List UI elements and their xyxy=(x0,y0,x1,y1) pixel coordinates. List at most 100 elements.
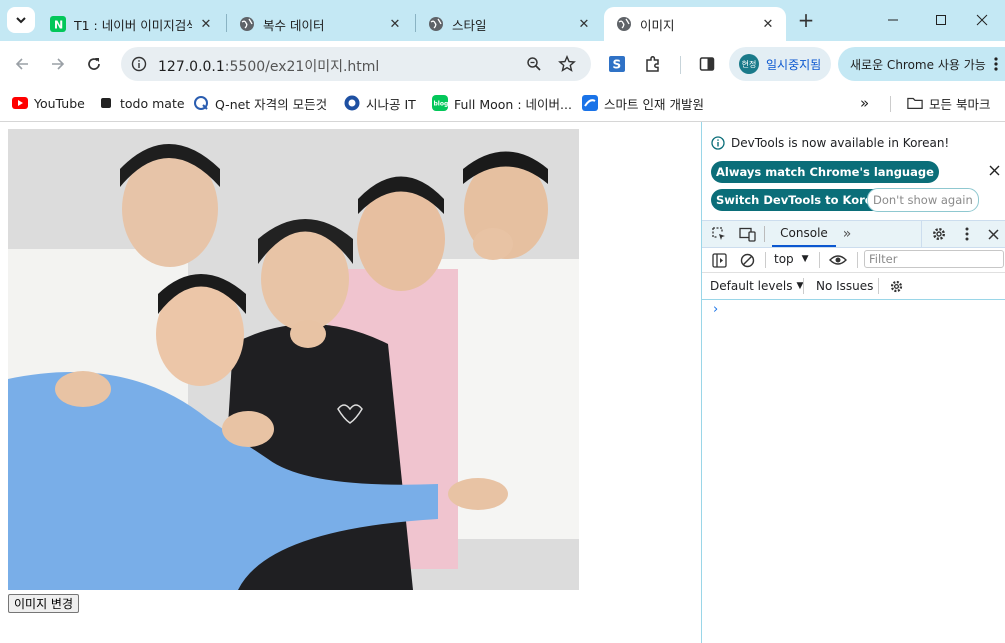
console-filter-input[interactable]: Filter xyxy=(864,250,1004,268)
forward-arrow-icon xyxy=(52,58,65,70)
clear-console-button[interactable] xyxy=(738,251,756,269)
context-selector[interactable]: top ▼ xyxy=(774,252,809,266)
prompt-chevron-icon: › xyxy=(713,302,719,317)
group-photo xyxy=(8,129,579,590)
device-toolbar-button[interactable] xyxy=(738,225,756,243)
inspect-element-button[interactable] xyxy=(710,225,728,243)
url-host: 127.0.0.1 xyxy=(158,59,225,75)
smart-icon xyxy=(582,95,598,111)
bookmark-star-icon[interactable] xyxy=(558,55,576,73)
close-tab-icon[interactable]: ✕ xyxy=(576,16,592,32)
more-tabs-button[interactable]: » xyxy=(838,225,856,243)
show-sidebar-button[interactable] xyxy=(710,251,728,269)
tab-console[interactable]: Console xyxy=(772,221,836,247)
todomate-icon xyxy=(98,95,114,111)
svg-text:N: N xyxy=(54,19,63,32)
inspect-icon xyxy=(712,227,725,240)
bookmark-sinagong[interactable]: 시나공 IT xyxy=(344,93,416,113)
close-devtools-button[interactable] xyxy=(984,225,1002,243)
dont-show-again-button[interactable]: Don't show again xyxy=(867,188,979,212)
bookmark-todo-mate[interactable]: todo mate xyxy=(98,93,185,113)
bookmark-full-moon[interactable]: blog Full Moon : 네이버... xyxy=(432,93,572,113)
svg-text:blog: blog xyxy=(434,101,449,108)
notice-text: DevTools is now available in Korean! xyxy=(731,136,950,150)
bookmarks-bar: YouTube todo mate Q-net 자격의 모든것 시나공 IT b… xyxy=(0,87,1005,122)
bookmark-qnet[interactable]: Q-net 자격의 모든것 xyxy=(193,93,327,113)
tab-console-label: Console xyxy=(780,226,828,240)
toolbar-divider xyxy=(680,56,681,74)
devtools-settings-button[interactable] xyxy=(930,225,948,243)
devtools-divider xyxy=(819,252,820,268)
change-image-button[interactable]: 이미지 변경 xyxy=(8,594,80,613)
reload-button[interactable] xyxy=(81,51,107,77)
always-match-language-button[interactable]: Always match Chrome's language xyxy=(711,161,939,183)
svg-text:S: S xyxy=(613,58,622,72)
extensions-button[interactable] xyxy=(640,51,666,77)
chevron-down-icon xyxy=(16,17,26,24)
back-arrow-icon xyxy=(15,58,28,70)
tab-strip: N T1 : 네이버 이미지검색 ✕ 복수 데이터 ✕ 스타일 ✕ 이미지 ✕ … xyxy=(0,0,1005,41)
tab-image[interactable]: 이미지 ✕ xyxy=(604,7,786,41)
extension-s-button[interactable]: S xyxy=(604,51,630,77)
tab-title: T1 : 네이버 이미지검색 xyxy=(74,17,192,33)
tab-style[interactable]: 스타일 ✕ xyxy=(416,7,602,41)
plus-icon: + xyxy=(797,8,815,32)
tab-search-button[interactable] xyxy=(7,7,35,33)
sidebar-toggle-icon xyxy=(711,252,727,268)
close-icon xyxy=(989,165,999,175)
info-icon xyxy=(711,136,725,150)
devtools-menu-button[interactable] xyxy=(958,225,976,243)
issues-counter[interactable]: No Issues xyxy=(816,279,873,293)
console-prompt[interactable]: › xyxy=(713,302,718,317)
avatar: 현정 xyxy=(739,54,759,74)
blog-icon: blog xyxy=(432,95,448,111)
bookmarks-divider xyxy=(890,96,891,112)
tab-title: 스타일 xyxy=(452,17,487,33)
address-bar[interactable]: 127.0.0.1:5500/ex21이미지.html xyxy=(121,47,591,81)
bookmark-label: todo mate xyxy=(120,95,185,111)
update-chrome-button[interactable]: 새로운 Chrome 사용 가능 xyxy=(838,47,1005,81)
maximize-button[interactable] xyxy=(918,6,964,34)
bookmark-smart[interactable]: 스마트 인재 개발원 xyxy=(582,93,704,113)
browser-toolbar: 127.0.0.1:5500/ex21이미지.html S 현정 일시중지됨 새… xyxy=(0,41,1005,87)
bookmark-label: YouTube xyxy=(34,95,85,111)
maximize-icon xyxy=(936,15,946,25)
more-vert-icon[interactable] xyxy=(994,56,998,72)
extension-s-icon: S xyxy=(609,56,625,72)
console-settings-button[interactable] xyxy=(887,277,905,295)
live-expression-button[interactable] xyxy=(828,251,848,269)
tab-naver[interactable]: N T1 : 네이버 이미지검색 ✕ xyxy=(38,7,224,41)
devtools-divider xyxy=(878,278,879,294)
site-info-icon[interactable] xyxy=(131,56,147,72)
minimize-button[interactable] xyxy=(870,6,916,34)
all-bookmarks-folder[interactable]: 모든 북마크 xyxy=(907,93,990,113)
side-panel-button[interactable] xyxy=(694,51,720,77)
devtools-divider xyxy=(764,226,765,242)
close-tab-icon[interactable]: ✕ xyxy=(387,16,403,32)
globe-icon xyxy=(428,16,444,32)
clear-icon xyxy=(740,253,754,267)
device-icon xyxy=(738,227,756,242)
bookmarks-overflow-button[interactable]: » xyxy=(860,93,869,113)
tab-title: 이미지 xyxy=(640,17,675,33)
back-button[interactable] xyxy=(9,51,35,77)
profile-button[interactable]: 현정 일시중지됨 xyxy=(729,47,831,81)
tab-multi-data[interactable]: 복수 데이터 ✕ xyxy=(227,7,413,41)
close-window-button[interactable] xyxy=(959,6,1005,34)
forward-button[interactable] xyxy=(45,51,71,77)
console-toolbar: top ▼ Filter xyxy=(702,248,1005,273)
close-tab-icon[interactable]: ✕ xyxy=(760,16,776,32)
new-tab-button[interactable]: + xyxy=(795,9,817,31)
context-label: top xyxy=(774,252,794,266)
globe-icon xyxy=(616,16,632,32)
minimize-icon xyxy=(888,19,898,21)
close-tab-icon[interactable]: ✕ xyxy=(198,16,214,32)
update-label: 새로운 Chrome 사용 가능 xyxy=(850,57,986,72)
bookmark-youtube[interactable]: YouTube xyxy=(12,93,85,113)
chevron-double-right-icon: » xyxy=(860,94,870,112)
close-notice-button[interactable] xyxy=(986,162,1002,178)
gear-icon xyxy=(932,227,946,241)
log-levels-dropdown[interactable]: Default levels ▼ xyxy=(710,279,803,293)
devtools-divider xyxy=(857,252,858,268)
zoom-icon[interactable] xyxy=(526,56,542,72)
